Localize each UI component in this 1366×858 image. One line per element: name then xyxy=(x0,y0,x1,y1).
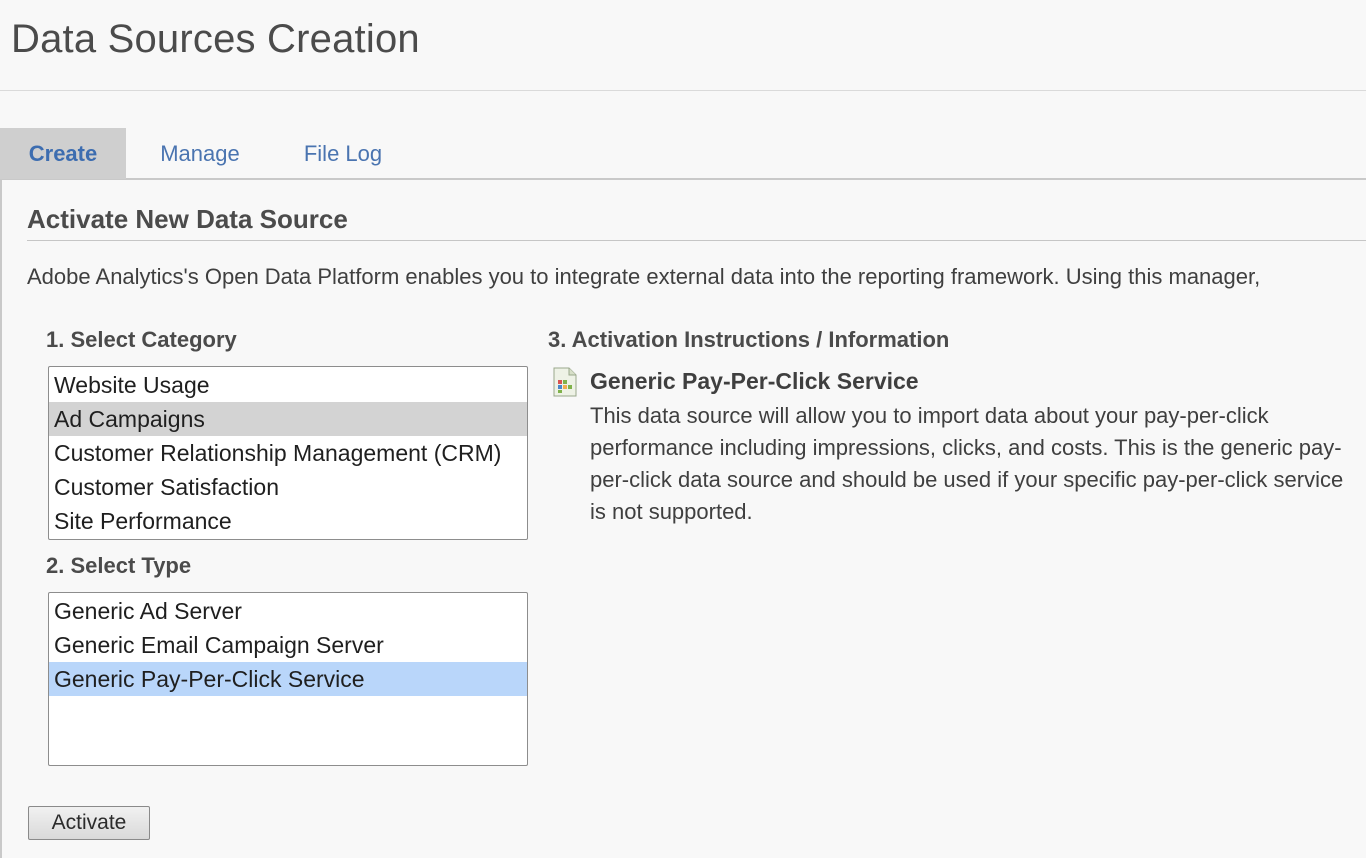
page-title: Data Sources Creation xyxy=(11,17,420,61)
intro-text: Adobe Analytics's Open Data Platform ena… xyxy=(27,264,1261,289)
info-label: 3. Activation Instructions / Information xyxy=(548,327,950,352)
category-option-crm[interactable]: Customer Relationship Management (CRM) xyxy=(49,436,527,470)
type-listbox[interactable]: Generic Ad Server Generic Email Campaign… xyxy=(48,592,528,766)
tab-manage[interactable]: Manage xyxy=(146,128,254,179)
section-title: Activate New Data Source xyxy=(27,204,348,234)
category-option-website-usage[interactable]: Website Usage xyxy=(49,368,527,402)
type-option-generic-pay-per-click-service[interactable]: Generic Pay-Per-Click Service xyxy=(49,662,527,696)
type-label: 2. Select Type xyxy=(46,553,192,578)
section-divider xyxy=(27,240,1366,241)
category-option-ad-campaigns[interactable]: Ad Campaigns xyxy=(49,402,527,436)
category-label: 1. Select Category xyxy=(46,327,237,352)
info-title: Generic Pay-Per-Click Service xyxy=(590,368,919,394)
type-option-generic-email-campaign-server[interactable]: Generic Email Campaign Server xyxy=(49,628,527,662)
tab-file-log[interactable]: File Log xyxy=(290,128,396,179)
activate-button[interactable]: Activate xyxy=(28,806,150,840)
tab-strip: Create Manage File Log xyxy=(0,128,1366,180)
category-option-site-performance[interactable]: Site Performance xyxy=(49,504,527,538)
create-panel: Activate New Data Source Adobe Analytics… xyxy=(0,180,1366,858)
info-title-row: Generic Pay-Per-Click Service xyxy=(548,366,1348,402)
category-listbox[interactable]: Website Usage Ad Campaigns Customer Rela… xyxy=(48,366,528,540)
category-option-customer-satisfaction[interactable]: Customer Satisfaction xyxy=(49,470,527,504)
tab-create[interactable]: Create xyxy=(0,128,126,179)
info-description: This data source will allow you to impor… xyxy=(590,403,1344,524)
type-option-generic-ad-server[interactable]: Generic Ad Server xyxy=(49,594,527,628)
data-source-icon xyxy=(548,366,580,398)
page-header: Data Sources Creation xyxy=(0,0,1366,91)
